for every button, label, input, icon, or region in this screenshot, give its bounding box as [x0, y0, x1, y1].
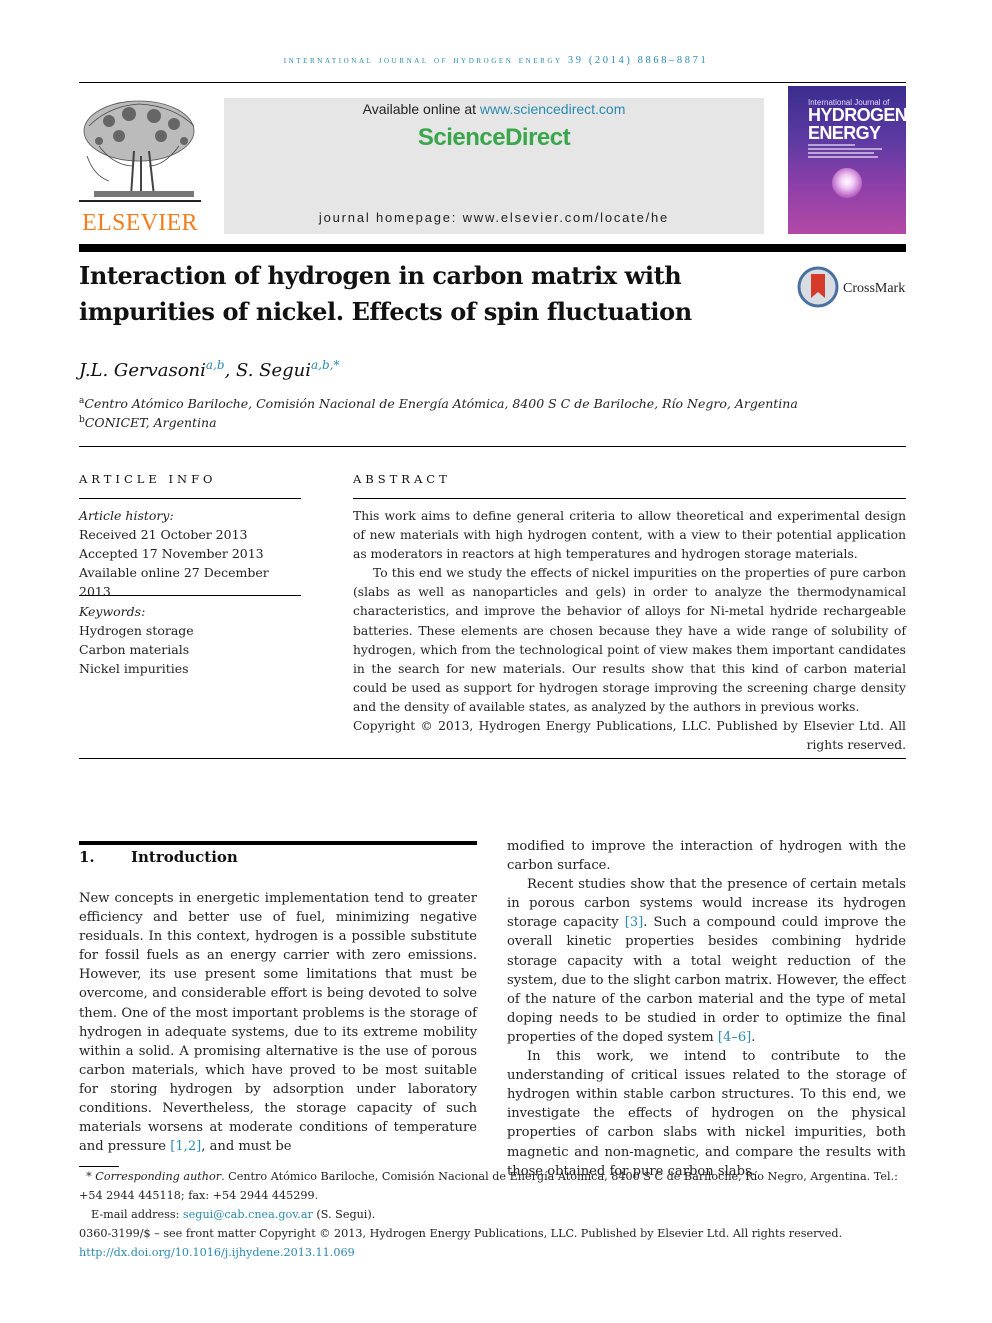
- citation-link[interactable]: [1,2]: [170, 1139, 201, 1154]
- paragraph-text: .: [751, 1029, 756, 1045]
- top-rule: [79, 82, 906, 83]
- elsevier-wordmark: ELSEVIER: [82, 210, 198, 236]
- affiliation-text: Centro Atómico Bariloche, Comisión Nacio…: [84, 396, 798, 412]
- citation-link[interactable]: [4–6]: [718, 1030, 751, 1045]
- intro-right-column: modified to improve the interaction of h…: [507, 837, 906, 1181]
- sciencedirect-logo[interactable]: ScienceDirect: [224, 124, 764, 152]
- affiliation: bCONICET, Argentina: [79, 415, 217, 430]
- keywords-label: Keywords:: [79, 604, 146, 619]
- keyword-item: Carbon materials: [79, 642, 190, 657]
- abstract-body: This work aims to define general criteri…: [353, 507, 906, 755]
- author-name[interactable]: J.L. Gervasoni: [79, 360, 206, 381]
- citation-link[interactable]: [3]: [625, 915, 644, 930]
- author-affiliation-mark[interactable]: a,b,*: [311, 358, 339, 372]
- affiliation: aCentro Atómico Bariloche, Comisión Naci…: [79, 396, 798, 411]
- author-separator: ,: [224, 360, 237, 381]
- email-suffix: (S. Segui).: [312, 1208, 376, 1221]
- footnote-mark: *: [86, 1170, 92, 1183]
- article-title: Interaction of hydrogen in carbon matrix…: [79, 258, 759, 330]
- email-label: E-mail address:: [91, 1208, 183, 1221]
- footnote-label: Corresponding author: [95, 1170, 222, 1183]
- cover-orb-graphic: [832, 168, 862, 198]
- keywords-divider: [79, 595, 301, 596]
- abstract-paragraph: This work aims to define general criteri…: [353, 509, 906, 562]
- abstract-divider: [353, 498, 906, 499]
- section-number: 1.: [79, 848, 95, 866]
- abstract-heading: ABSTRACT: [353, 472, 451, 486]
- history-label: Article history:: [79, 508, 174, 523]
- article-info-divider: [79, 498, 301, 499]
- keyword-item: Hydrogen storage: [79, 623, 194, 638]
- email-link[interactable]: segui@cab.cnea.gov.ar: [183, 1208, 313, 1221]
- paragraph-text: . Such a compound could improve the over…: [507, 915, 907, 1045]
- title-line-2: impurities of nickel. Effects of spin fl…: [79, 297, 692, 326]
- affiliation-text: CONICET, Argentina: [84, 415, 217, 431]
- cover-title-large: HYDROGEN ENERGY: [808, 106, 906, 142]
- available-online-label: Available online at: [362, 101, 480, 117]
- header-divider: [79, 244, 906, 252]
- sciencedirect-banner: Available online at www.sciencedirect.co…: [224, 98, 764, 234]
- history-accepted: Accepted 17 November 2013: [79, 546, 264, 561]
- crossmark-label: CrossMark: [843, 281, 906, 296]
- cover-title-hydrogen: HYDROGEN: [808, 105, 906, 125]
- paragraph-text: , and must be: [201, 1139, 292, 1155]
- author-name[interactable]: S. Segui: [236, 360, 311, 381]
- paragraph-text: New concepts in energetic implementation…: [79, 891, 477, 1155]
- intro-paragraph: New concepts in energetic implementation…: [79, 889, 477, 1156]
- section-divider: [79, 841, 477, 845]
- author-affiliation-mark[interactable]: a,b: [206, 358, 225, 372]
- abstract-paragraph: To this end we study the effects of nick…: [353, 566, 906, 714]
- corresponding-author-note: * Corresponding author. Centro Atómico B…: [79, 1167, 906, 1205]
- elsevier-logo[interactable]: ELSEVIER: [79, 96, 201, 236]
- history-received: Received 21 October 2013: [79, 527, 248, 542]
- section-title: Introduction: [131, 848, 238, 866]
- cover-title-energy: ENERGY: [808, 123, 881, 143]
- article-info-heading: ARTICLE INFO: [79, 472, 217, 486]
- keywords: Keywords: Hydrogen storage Carbon materi…: [79, 602, 301, 678]
- intro-left-column: New concepts in energetic implementation…: [79, 889, 477, 1156]
- doi-link[interactable]: http://dx.doi.org/10.1016/j.ijhydene.201…: [79, 1246, 355, 1259]
- intro-paragraph: In this work, we intend to contribute to…: [507, 1049, 906, 1179]
- footnotes: * Corresponding author. Centro Atómico B…: [79, 1167, 906, 1262]
- cover-editor-lines: [808, 144, 886, 160]
- crossmark-icon: [797, 266, 839, 308]
- available-online: Available online at www.sciencedirect.co…: [224, 101, 764, 117]
- journal-cover-image[interactable]: International Journal of HYDROGEN ENERGY: [788, 86, 906, 234]
- issn-line: 0360-3199/$ – see front matter Copyright…: [79, 1227, 843, 1240]
- section-heading: 1. Introduction: [79, 848, 238, 866]
- abstract-bottom-divider: [79, 758, 906, 759]
- running-head: INTERNATIONAL JOURNAL OF HYDROGEN ENERGY…: [283, 55, 709, 66]
- crossmark-badge[interactable]: CrossMark: [797, 266, 917, 312]
- email-note: E-mail address: segui@cab.cnea.gov.ar (S…: [79, 1205, 906, 1224]
- abstract-copyright: Copyright © 2013, Hydrogen Energy Public…: [353, 719, 906, 753]
- keyword-item: Nickel impurities: [79, 661, 189, 676]
- elsevier-tree-icon: [79, 96, 201, 206]
- intro-paragraph: modified to improve the interaction of h…: [507, 839, 906, 874]
- article-history: Article history: Received 21 October 201…: [79, 506, 301, 601]
- affiliation-divider: [79, 446, 906, 447]
- sciencedirect-link[interactable]: www.sciencedirect.com: [480, 101, 626, 117]
- intro-paragraph: Recent studies show that the presence of…: [507, 875, 906, 1047]
- title-line-1: Interaction of hydrogen in carbon matrix…: [79, 261, 682, 290]
- journal-homepage[interactable]: journal homepage: www.elsevier.com/locat…: [224, 210, 764, 225]
- author-list: J.L. Gervasonia,b, S. Seguia,b,*: [79, 358, 339, 381]
